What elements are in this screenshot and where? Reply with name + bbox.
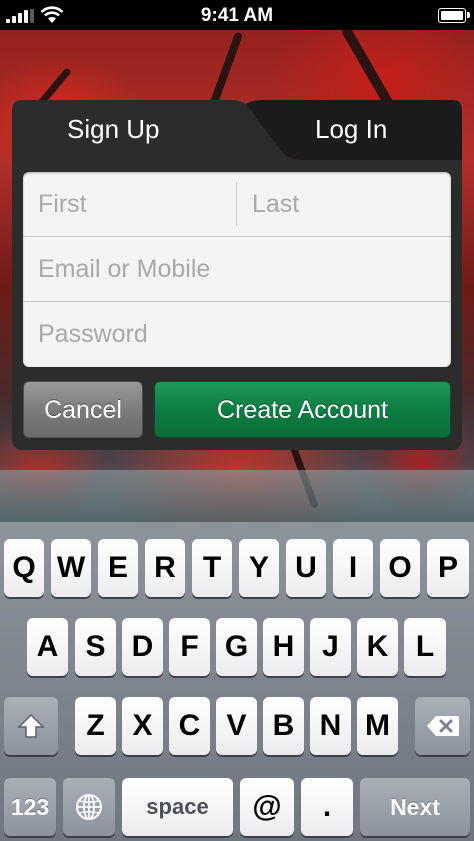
- shift-key[interactable]: [4, 697, 58, 755]
- delete-key[interactable]: [415, 697, 470, 755]
- name-row: [23, 172, 451, 237]
- email-row: [23, 237, 451, 302]
- key-t[interactable]: T: [192, 539, 232, 597]
- key-u[interactable]: U: [286, 539, 326, 597]
- key-n[interactable]: N: [310, 697, 351, 755]
- key-s[interactable]: S: [75, 618, 116, 676]
- key-z[interactable]: Z: [75, 697, 116, 755]
- email-or-mobile-field[interactable]: [23, 237, 451, 301]
- key-v[interactable]: V: [216, 697, 257, 755]
- key-f[interactable]: F: [169, 618, 210, 676]
- tab-bar: Sign Up Log In: [12, 100, 462, 162]
- key-d[interactable]: D: [122, 618, 163, 676]
- key-e[interactable]: E: [98, 539, 138, 597]
- key-j[interactable]: J: [310, 618, 351, 676]
- last-name-field[interactable]: [237, 172, 451, 236]
- key-a[interactable]: A: [27, 618, 68, 676]
- status-bar: 9:41 AM: [0, 0, 474, 30]
- globe-icon: [76, 794, 102, 820]
- key-w[interactable]: W: [51, 539, 91, 597]
- key-o[interactable]: O: [380, 539, 420, 597]
- tab-log-in[interactable]: Log In: [315, 114, 387, 145]
- key-l[interactable]: L: [404, 618, 446, 676]
- keyboard: Q W E R T Y U I O P A S D F G H J K L Z …: [0, 522, 474, 841]
- panel-body: Cancel Create Account: [12, 160, 462, 450]
- key-i[interactable]: I: [333, 539, 373, 597]
- key-h[interactable]: H: [263, 618, 304, 676]
- tab-sign-up[interactable]: Sign Up: [67, 114, 160, 145]
- at-key[interactable]: @: [240, 778, 294, 836]
- signup-panel: Sign Up Log In Cancel Create Account: [12, 100, 462, 450]
- globe-key[interactable]: [63, 778, 115, 836]
- backspace-icon: [426, 716, 459, 736]
- first-name-field[interactable]: [23, 172, 236, 236]
- space-key[interactable]: space: [122, 778, 233, 836]
- password-field[interactable]: [23, 302, 451, 366]
- password-row: [23, 302, 451, 366]
- key-p[interactable]: P: [427, 539, 469, 597]
- key-g[interactable]: G: [216, 618, 257, 676]
- key-y[interactable]: Y: [239, 539, 279, 597]
- create-account-button[interactable]: Create Account: [154, 381, 451, 438]
- key-x[interactable]: X: [122, 697, 163, 755]
- cancel-button[interactable]: Cancel: [23, 381, 143, 438]
- key-q[interactable]: Q: [4, 539, 44, 597]
- numbers-key[interactable]: 123: [4, 778, 56, 836]
- period-key[interactable]: .: [301, 778, 353, 836]
- key-b[interactable]: B: [263, 697, 304, 755]
- key-k[interactable]: K: [357, 618, 398, 676]
- signup-form: [23, 172, 451, 367]
- key-c[interactable]: C: [169, 697, 210, 755]
- key-r[interactable]: R: [145, 539, 185, 597]
- battery-icon: [438, 8, 470, 23]
- key-m[interactable]: M: [357, 697, 398, 755]
- status-time: 9:41 AM: [200, 5, 274, 26]
- shift-icon: [17, 713, 45, 738]
- next-key[interactable]: Next: [360, 778, 470, 836]
